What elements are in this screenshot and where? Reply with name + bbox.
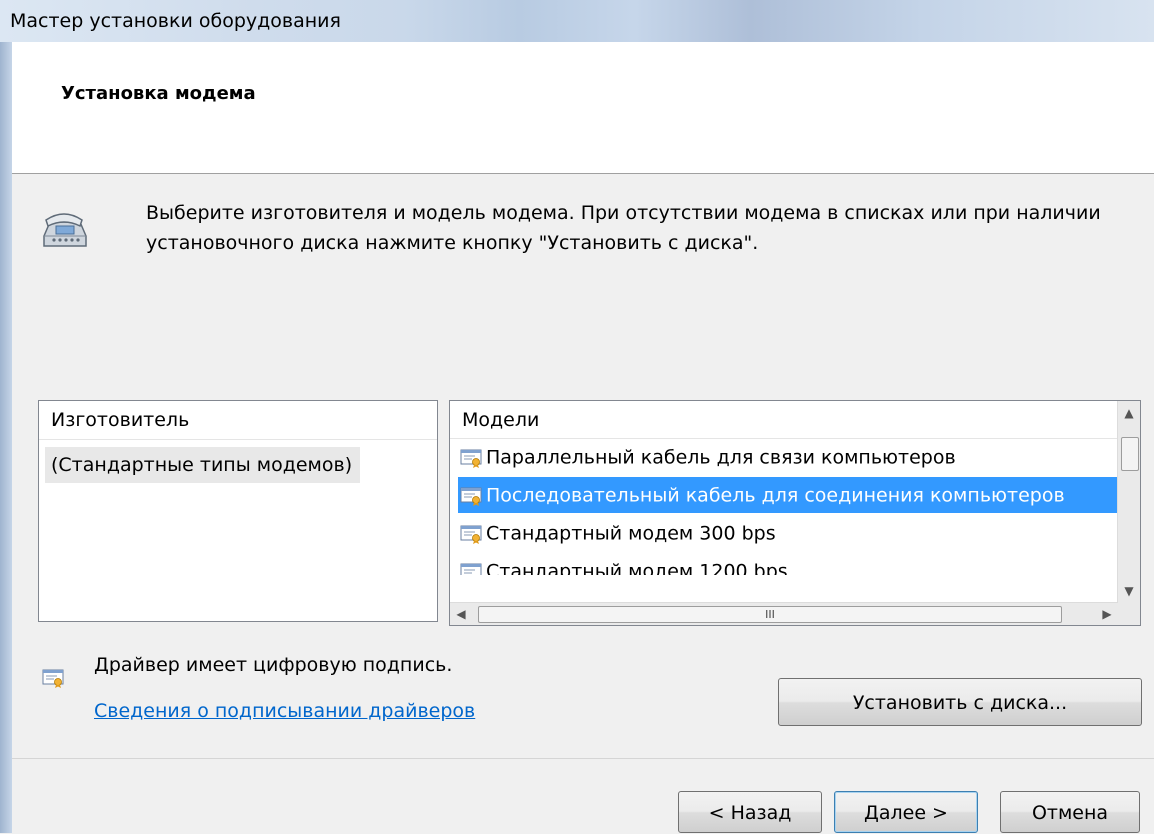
certificate-icon — [460, 525, 482, 544]
manufacturer-list[interactable]: Изготовитель (Стандартные типы модемов) — [38, 400, 438, 622]
scroll-down-arrow-icon[interactable]: ▼ — [1118, 579, 1140, 603]
certificate-icon — [460, 449, 482, 468]
scroll-left-arrow-icon[interactable]: ◀ — [450, 603, 472, 625]
model-label: Параллельный кабель для связи компьютеро… — [486, 446, 956, 469]
scrollbar-corner — [1118, 603, 1140, 625]
model-label: Стандартный модем 300 bps — [486, 522, 776, 545]
model-label: Стандартный модем 1200 bps — [486, 560, 788, 576]
models-list[interactable]: Модели Параллельный кабель для связи ком… — [449, 400, 1141, 626]
vertical-scrollbar[interactable]: ▲ ▼ — [1117, 401, 1140, 603]
back-button[interactable]: < Назад — [678, 791, 822, 833]
vertical-scroll-thumb[interactable] — [1121, 437, 1139, 471]
certificate-icon — [460, 487, 482, 506]
manufacturer-list-header[interactable]: Изготовитель — [39, 401, 437, 440]
page-title: Установка модема — [61, 83, 256, 104]
phone-modem-icon — [43, 213, 87, 247]
certificate-icon — [42, 669, 64, 688]
next-button[interactable]: Далее > — [834, 791, 978, 833]
model-item[interactable]: Стандартный модем 300 bps — [458, 515, 1117, 551]
instructions-text: Выберите изготовителя и модель модема. П… — [146, 202, 1101, 254]
model-label: Последовательный кабель для соединения к… — [486, 484, 1065, 507]
install-from-disk-button[interactable]: Установить с диска... — [778, 678, 1142, 726]
window-frame — [0, 42, 12, 833]
cancel-button[interactable]: Отмена — [1000, 791, 1140, 833]
model-item[interactable]: Стандартный модем 1200 bps — [458, 553, 1117, 575]
signature-status-text: Драйвер имеет цифровую подпись. — [94, 654, 453, 676]
wizard-header: Установка модема — [12, 42, 1154, 174]
horizontal-scroll-thumb[interactable]: III — [478, 606, 1062, 623]
certificate-icon — [460, 563, 482, 575]
horizontal-scrollbar[interactable]: ◀ III ▶ — [450, 602, 1118, 625]
driver-signing-link[interactable]: Сведения о подписывании драйверов — [94, 700, 475, 722]
scroll-up-arrow-icon[interactable]: ▲ — [1118, 401, 1140, 425]
window-title: Мастер установки оборудования — [10, 10, 341, 32]
wizard-content: Выберите изготовителя и модель модема. П… — [12, 174, 1154, 758]
model-item[interactable]: Параллельный кабель для связи компьютеро… — [458, 439, 1117, 475]
wizard-footer: < Назад Далее > Отмена — [12, 758, 1154, 834]
model-item-selected[interactable]: Последовательный кабель для соединения к… — [458, 477, 1117, 513]
models-list-header[interactable]: Модели — [450, 401, 1118, 439]
title-bar[interactable]: Мастер установки оборудования — [0, 0, 1154, 42]
scroll-right-arrow-icon[interactable]: ▶ — [1096, 603, 1118, 625]
manufacturer-item[interactable]: (Стандартные типы модемов) — [45, 447, 361, 483]
